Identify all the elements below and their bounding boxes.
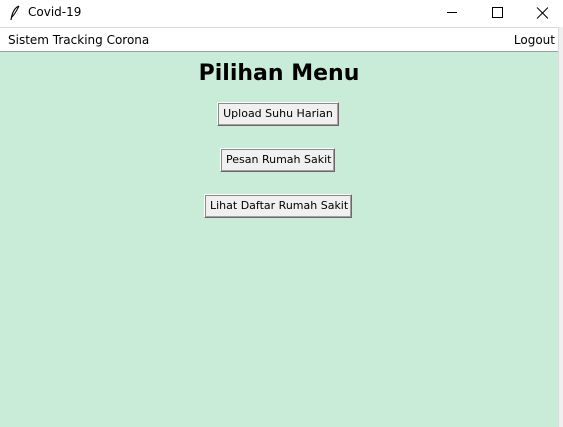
upload-suhu-harian-button[interactable]: Upload Suhu Harian — [217, 102, 339, 126]
feather-icon — [9, 5, 21, 21]
lihat-daftar-rumah-sakit-button[interactable]: Lihat Daftar Rumah Sakit — [204, 194, 352, 218]
minimize-icon — [447, 12, 457, 13]
minimize-button[interactable] — [429, 0, 475, 27]
main-content: Pilihan Menu Upload Suhu Harian Pesan Ru… — [0, 52, 558, 427]
pesan-rumah-sakit-button[interactable]: Pesan Rumah Sakit — [220, 148, 335, 172]
window-edge — [558, 27, 563, 427]
menu-bar: Sistem Tracking Corona Logout — [0, 27, 558, 52]
close-button[interactable] — [519, 0, 563, 27]
app-window: Covid-19 Sistem Tracking Corona Logout P… — [0, 0, 563, 427]
close-icon — [536, 7, 548, 19]
window-title: Covid-19 — [28, 5, 82, 19]
maximize-button[interactable] — [474, 0, 520, 27]
title-bar[interactable]: Covid-19 — [0, 0, 563, 27]
maximize-icon — [492, 7, 503, 18]
menu-item-sistem-tracking[interactable]: Sistem Tracking Corona — [8, 33, 149, 47]
page-title: Pilihan Menu — [198, 61, 360, 86]
menu-item-logout[interactable]: Logout — [514, 33, 555, 47]
